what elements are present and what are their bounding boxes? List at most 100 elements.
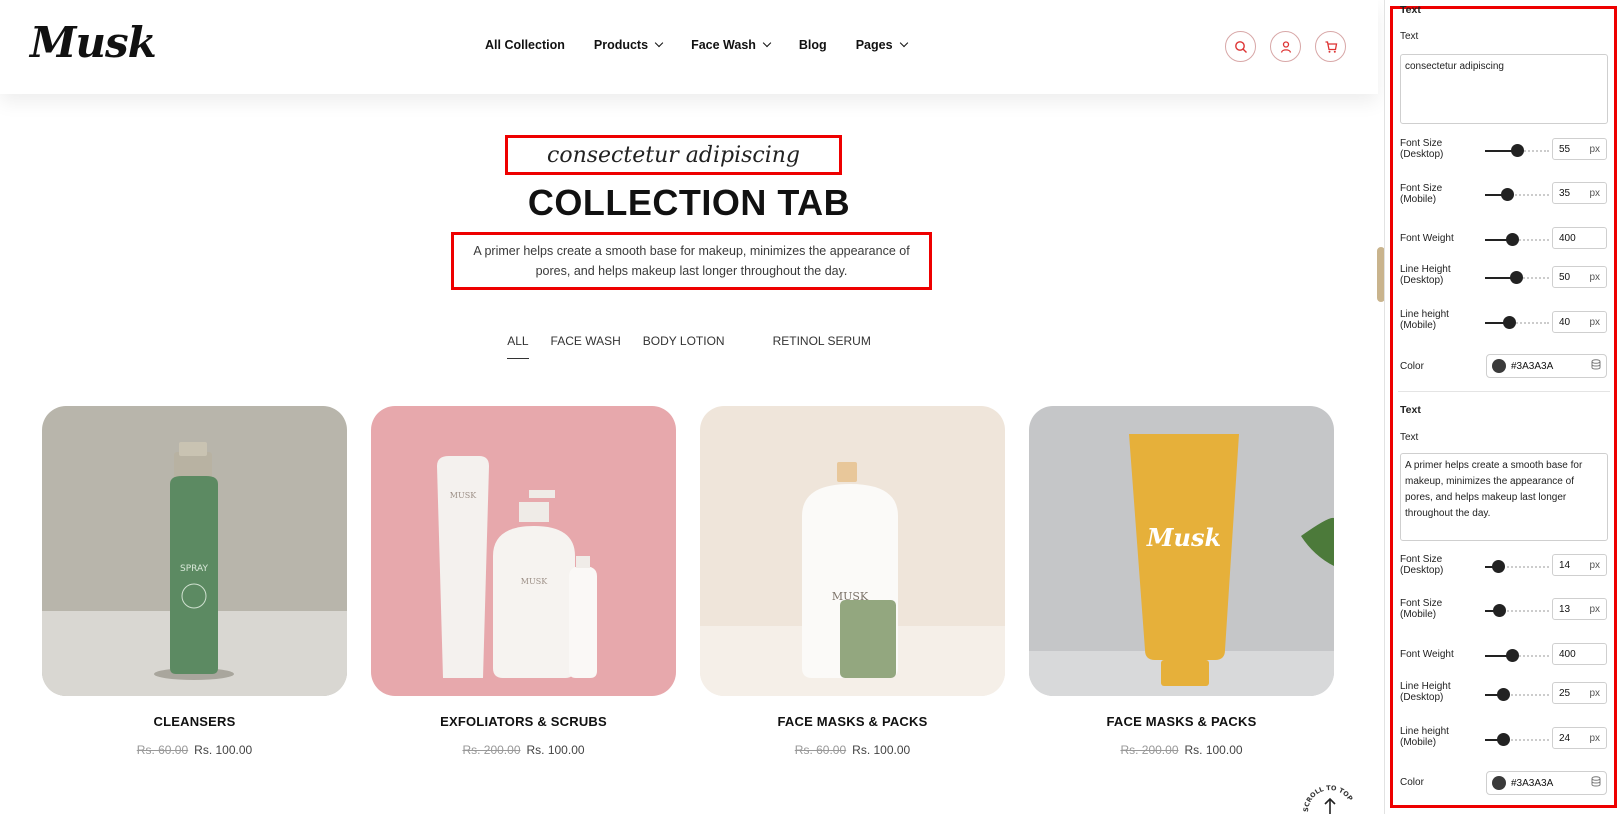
- product-image[interactable]: MUSK: [700, 406, 1005, 696]
- unit-label: px: [1589, 559, 1600, 571]
- tagline-highlight[interactable]: consectetur adipiscing: [505, 135, 842, 175]
- input-value: 55: [1559, 143, 1571, 155]
- old-price: Rs. 60.00: [794, 743, 847, 757]
- sale-price: Rs. 100.00: [526, 743, 585, 757]
- scroll-to-top-button[interactable]: SCROLL TO TOP: [1300, 772, 1360, 814]
- product-price: Rs. 60.00 Rs. 100.00: [42, 743, 347, 757]
- font-weight-input[interactable]: 400: [1552, 227, 1607, 249]
- account-button[interactable]: [1270, 31, 1301, 62]
- font-size-desktop-slider[interactable]: [1485, 560, 1549, 573]
- tab-body-lotion[interactable]: BODY LOTION: [643, 334, 725, 359]
- product-price: Rs. 200.00 Rs. 100.00: [1029, 743, 1334, 757]
- font-size-mobile-slider[interactable]: [1485, 604, 1549, 617]
- font-size-mobile-slider[interactable]: [1485, 188, 1549, 201]
- color-picker[interactable]: #3A3A3A: [1486, 771, 1607, 795]
- input-value: 13: [1559, 603, 1571, 615]
- tab-retinol-serum[interactable]: RETINOL SERUM: [773, 334, 871, 359]
- bottle-label: MUSK: [521, 577, 548, 586]
- input-value: 40: [1559, 316, 1571, 328]
- font-size-desktop-slider[interactable]: [1485, 144, 1549, 157]
- product-name[interactable]: FACE MASKS & PACKS: [700, 714, 1005, 729]
- product-image[interactable]: MUSK MUSK: [371, 406, 676, 696]
- font-weight-slider[interactable]: [1485, 233, 1549, 246]
- line-height-mobile-slider[interactable]: [1485, 316, 1549, 329]
- tab-all[interactable]: ALL: [507, 334, 529, 359]
- section-title: COLLECTION TAB: [527, 182, 851, 223]
- description-highlight[interactable]: A primer helps create a smooth base for …: [451, 232, 932, 290]
- color-swatch[interactable]: [1492, 359, 1506, 373]
- product-card[interactable]: MUSK MUSK EXFOLIATORS & SCRUBS Rs. 200.0…: [371, 406, 676, 757]
- store-preview: Musk All Collection Products Face Wash B…: [0, 0, 1385, 814]
- nav-pages[interactable]: Pages: [855, 38, 908, 52]
- unit-label: px: [1589, 187, 1600, 199]
- font-size-desktop-input[interactable]: 55 px: [1552, 138, 1607, 160]
- font-size-desktop-label: Font Size (Desktop): [1400, 138, 1444, 160]
- spray-bottle-image: SPRAY: [42, 406, 347, 696]
- input-value: 400: [1559, 232, 1576, 244]
- cart-icon: [1325, 40, 1337, 53]
- input-value: 24: [1559, 732, 1571, 744]
- text-label: Text: [1400, 432, 1419, 443]
- search-icon: [1234, 40, 1247, 53]
- font-weight-label: Font Weight: [1400, 233, 1454, 244]
- search-button[interactable]: [1225, 31, 1256, 62]
- font-size-mobile-input[interactable]: 35 px: [1552, 182, 1607, 204]
- line-height-mobile-slider[interactable]: [1485, 733, 1549, 746]
- unit-label: px: [1589, 603, 1600, 615]
- font-size-mobile-input[interactable]: 13 px: [1552, 598, 1607, 620]
- old-price: Rs. 200.00: [1120, 743, 1179, 757]
- unit-label: px: [1589, 732, 1600, 744]
- font-weight-input[interactable]: 400: [1552, 643, 1607, 665]
- logo[interactable]: Musk: [30, 18, 157, 67]
- database-icon[interactable]: [1591, 776, 1601, 790]
- nav-face-wash[interactable]: Face Wash: [691, 38, 772, 52]
- cart-button[interactable]: [1315, 31, 1346, 62]
- main-nav: All Collection Products Face Wash Blog P…: [485, 38, 908, 52]
- product-image[interactable]: Musk: [1029, 406, 1334, 696]
- font-size-desktop-label: Font Size (Desktop): [1400, 554, 1444, 576]
- line-height-mobile-input[interactable]: 24 px: [1552, 727, 1607, 749]
- tube-label: Musk: [1146, 523, 1221, 552]
- text-input[interactable]: consectetur adipiscing: [1400, 54, 1608, 124]
- nav-label: Products: [593, 38, 649, 52]
- font-size-desktop-input[interactable]: 14 px: [1552, 554, 1607, 576]
- product-card[interactable]: Musk FACE MASKS & PACKS Rs. 200.00 Rs. 10…: [1029, 406, 1334, 757]
- product-card[interactable]: MUSK FACE MASKS & PACKS Rs. 60.00 Rs. 100…: [700, 406, 1005, 757]
- color-label: Color: [1400, 777, 1424, 788]
- unit-label: px: [1589, 687, 1600, 699]
- product-name[interactable]: EXFOLIATORS & SCRUBS: [371, 714, 676, 729]
- tab-face-wash[interactable]: FACE WASH: [551, 334, 621, 359]
- sale-price: Rs. 100.00: [1184, 743, 1243, 757]
- input-value: 25: [1559, 687, 1571, 699]
- color-picker[interactable]: #3A3A3A: [1486, 354, 1607, 378]
- product-card[interactable]: SPRAY CLEANSERS Rs. 60.00 Rs. 100.00: [42, 406, 347, 757]
- line-height-desktop-input[interactable]: 50 px: [1552, 266, 1607, 288]
- font-weight-slider[interactable]: [1485, 649, 1549, 662]
- nav-label: Blog: [798, 38, 827, 52]
- color-value: #3A3A3A: [1511, 360, 1554, 372]
- nav-label: Pages: [855, 38, 893, 52]
- nav-products[interactable]: Products: [593, 38, 664, 52]
- color-swatch[interactable]: [1492, 776, 1506, 790]
- section-heading: Text: [1400, 404, 1421, 416]
- header-icons: [1225, 31, 1346, 62]
- unit-label: px: [1589, 143, 1600, 155]
- product-name[interactable]: CLEANSERS: [42, 714, 347, 729]
- bottle-label: SPRAY: [180, 564, 208, 574]
- font-weight-label: Font Weight: [1400, 649, 1454, 660]
- product-image[interactable]: SPRAY: [42, 406, 347, 696]
- line-height-mobile-input[interactable]: 40 px: [1552, 311, 1607, 333]
- nav-all-collection[interactable]: All Collection: [485, 38, 565, 52]
- color-value: #3A3A3A: [1511, 777, 1554, 789]
- line-height-desktop-slider[interactable]: [1485, 688, 1549, 701]
- text-input[interactable]: A primer helps create a smooth base for …: [1400, 453, 1608, 541]
- product-name[interactable]: FACE MASKS & PACKS: [1029, 714, 1334, 729]
- section-description: A primer helps create a smooth base for …: [473, 244, 910, 278]
- nav-blog[interactable]: Blog: [799, 38, 827, 52]
- database-icon[interactable]: [1591, 359, 1601, 373]
- line-height-desktop-slider[interactable]: [1485, 271, 1549, 284]
- page-scrollbar[interactable]: [1377, 247, 1384, 302]
- input-value: 14: [1559, 559, 1571, 571]
- font-size-mobile-label: Font Size (Mobile): [1400, 598, 1443, 620]
- line-height-desktop-input[interactable]: 25 px: [1552, 682, 1607, 704]
